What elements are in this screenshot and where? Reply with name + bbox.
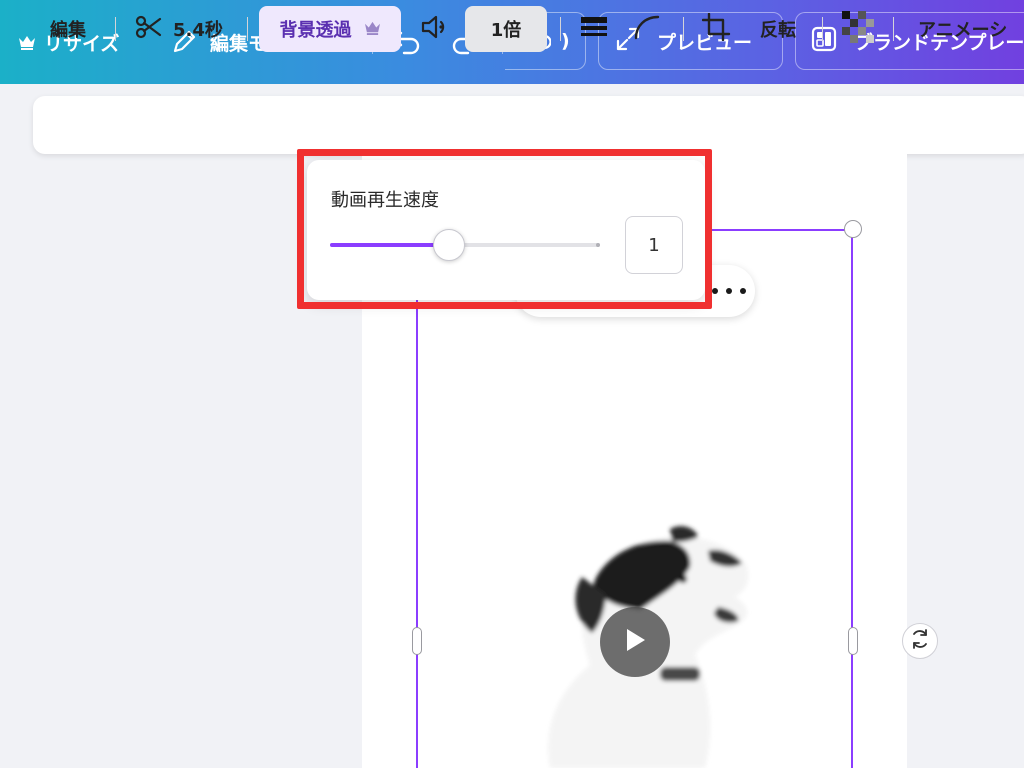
crown-icon bbox=[18, 34, 36, 50]
divider bbox=[822, 17, 823, 41]
line-weight-button[interactable] bbox=[580, 0, 608, 58]
corner-rounding-button[interactable] bbox=[633, 0, 661, 58]
element-toolbar bbox=[33, 96, 1024, 154]
line-weight-icon bbox=[580, 14, 608, 45]
crown-icon bbox=[364, 19, 381, 40]
speed-label: 1倍 bbox=[490, 20, 522, 41]
preview-button[interactable]: プレビュー bbox=[598, 12, 783, 70]
background-remover-button[interactable]: 背景透過 bbox=[259, 6, 401, 52]
divider bbox=[560, 17, 561, 41]
transparency-icon bbox=[842, 10, 874, 48]
resize-handle-left[interactable] bbox=[412, 627, 422, 655]
edit-button[interactable]: 編集 bbox=[50, 0, 86, 58]
scissors-icon bbox=[135, 14, 163, 45]
animation-label: アニメーシ bbox=[918, 20, 1008, 41]
trim-duration-button[interactable]: 5.4秒 bbox=[135, 0, 223, 58]
divider bbox=[115, 17, 116, 41]
transparency-button[interactable] bbox=[842, 0, 874, 58]
more-dots-icon[interactable] bbox=[712, 280, 746, 302]
bg-remove-label: 背景透過 bbox=[279, 20, 352, 41]
divider bbox=[247, 17, 248, 41]
edit-label: 編集 bbox=[50, 20, 86, 41]
resize-handle-top-right[interactable] bbox=[844, 220, 862, 238]
resize-handle-right[interactable] bbox=[848, 627, 858, 655]
crop-icon bbox=[701, 12, 732, 46]
divider bbox=[683, 17, 684, 41]
highlight-outline bbox=[297, 149, 712, 309]
duration-label: 5.4秒 bbox=[173, 20, 223, 41]
divider bbox=[893, 17, 894, 41]
rotate-icon bbox=[909, 628, 931, 654]
flip-label: 反転 bbox=[760, 20, 796, 41]
partial-label: ) bbox=[561, 30, 570, 52]
playback-speed-button[interactable]: 1倍 bbox=[465, 6, 547, 52]
rotate-button[interactable] bbox=[902, 623, 938, 659]
corner-rounding-icon bbox=[633, 14, 661, 45]
volume-icon bbox=[420, 13, 452, 46]
volume-button[interactable] bbox=[420, 0, 452, 58]
flip-button[interactable]: 反転 bbox=[760, 0, 796, 58]
animation-button[interactable]: アニメーシ bbox=[918, 0, 1024, 58]
template-icon bbox=[810, 25, 838, 58]
crop-button[interactable] bbox=[701, 0, 732, 58]
